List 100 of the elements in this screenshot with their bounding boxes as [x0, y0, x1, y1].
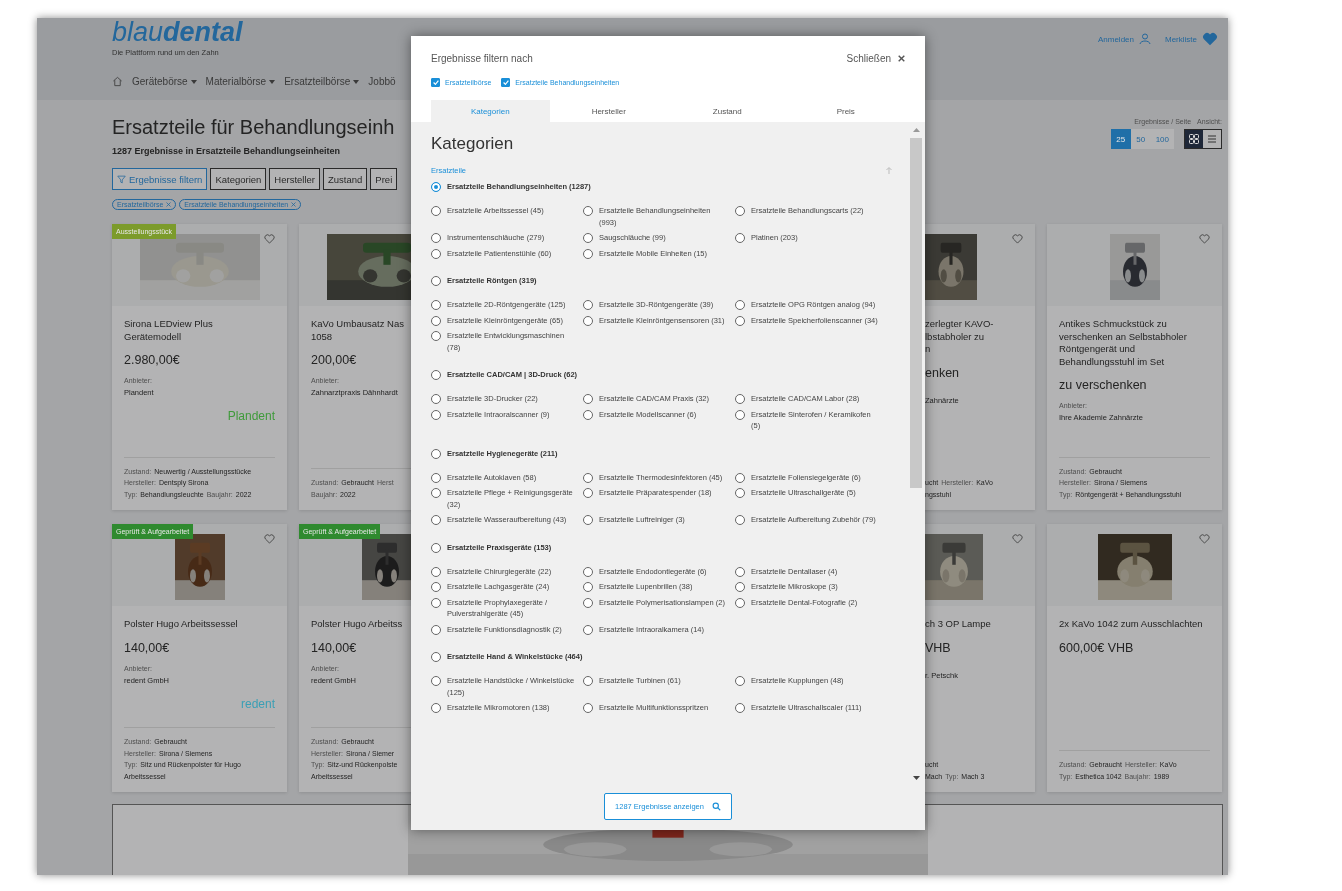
radio-button[interactable]	[431, 566, 441, 577]
close-icon	[166, 202, 172, 207]
card-title: n	[925, 343, 931, 356]
grid-icon	[1189, 134, 1199, 144]
filter-tab-button[interactable]: Kategorien	[210, 168, 267, 190]
checkbox[interactable]	[431, 78, 440, 87]
price: 140,00€	[311, 640, 357, 655]
radio-button[interactable]	[735, 315, 745, 326]
radio-button[interactable]	[431, 370, 441, 380]
price: 600,00€ VHB	[1059, 640, 1134, 655]
radio-button[interactable]	[583, 703, 593, 713]
view-toggle[interactable]	[1185, 130, 1203, 148]
view-toggle[interactable]	[1203, 130, 1221, 148]
radio-button[interactable]	[583, 206, 593, 216]
price: 2.980,00€	[124, 353, 180, 367]
radio-button[interactable]	[431, 472, 441, 483]
search-icon	[711, 802, 721, 811]
radio-button[interactable]	[431, 315, 441, 326]
radio-button[interactable]	[583, 315, 593, 326]
radio-button[interactable]	[431, 703, 441, 713]
caret-down-icon[interactable]	[912, 776, 920, 780]
radio-button[interactable]	[735, 703, 745, 713]
close-icon	[291, 202, 297, 207]
price: zu verschenken	[1059, 378, 1147, 392]
filter-tab-button[interactable]: Prei	[370, 168, 398, 190]
nav-link[interactable]: Jobbö	[368, 76, 396, 87]
radio-button[interactable]	[735, 409, 745, 420]
radio-button[interactable]	[431, 597, 441, 608]
product-card[interactable]	[1047, 224, 1222, 510]
radio-button[interactable]	[583, 676, 593, 686]
radio-button[interactable]	[431, 300, 441, 310]
close-button[interactable]: Schließen	[846, 53, 905, 64]
radio-button[interactable]	[583, 566, 593, 577]
price: 200,00€	[311, 353, 357, 367]
radio-button[interactable]	[431, 582, 441, 592]
radio-button[interactable]	[735, 488, 745, 498]
price: 140,00€	[124, 640, 170, 655]
filter-tab-button[interactable]: Hersteller	[269, 168, 320, 190]
heart-icon[interactable]	[264, 534, 275, 544]
radio-button[interactable]	[735, 515, 745, 525]
heart-icon[interactable]	[1199, 534, 1210, 544]
card-title: Polster Hugo Arbeitss	[311, 618, 403, 631]
radio-button[interactable]	[735, 597, 745, 608]
section-heading: Kategorien	[431, 134, 515, 154]
caret-up-icon[interactable]	[912, 128, 920, 132]
radio-button[interactable]	[431, 276, 441, 286]
scrollbar[interactable]	[910, 128, 922, 780]
radio-button[interactable]	[583, 515, 593, 525]
radio-button[interactable]	[431, 488, 441, 498]
radio-button[interactable]	[431, 624, 441, 635]
checkbox[interactable]	[501, 78, 511, 87]
radio-button[interactable]	[431, 394, 441, 404]
heart-icon[interactable]	[1199, 234, 1210, 244]
radio-button[interactable]	[431, 206, 441, 216]
card-title: verschenken an Selbstabholer	[1059, 330, 1187, 343]
close-icon	[898, 55, 905, 62]
radio-button[interactable]	[583, 300, 593, 310]
card-title: zerlegter KAVO-	[925, 318, 994, 331]
radio-button[interactable]	[431, 515, 441, 525]
radio-button[interactable]	[583, 488, 593, 498]
filter-tab-button[interactable]: Zustand	[323, 168, 368, 190]
radio-button[interactable]	[735, 394, 745, 404]
radio-button[interactable]	[431, 676, 441, 686]
radio-button[interactable]	[583, 394, 593, 404]
radio-button[interactable]	[583, 248, 593, 259]
radio-button[interactable]	[431, 331, 441, 341]
heart-icon[interactable]	[1012, 234, 1023, 244]
radio-button[interactable]	[583, 233, 593, 243]
radio-button[interactable]	[583, 597, 593, 608]
radio-button[interactable]	[583, 409, 593, 420]
radio-button[interactable]	[431, 448, 441, 459]
radio-button[interactable]	[431, 652, 441, 662]
card-title: ch 3 OP Lampe	[925, 618, 991, 631]
radio-button[interactable]	[431, 182, 441, 192]
check-icon	[502, 80, 509, 85]
radio-button[interactable]	[735, 233, 745, 243]
heart-icon[interactable]	[1012, 534, 1023, 544]
card-title: KaVo Umbausatz Nas	[311, 318, 404, 331]
radio-button[interactable]	[735, 206, 745, 216]
radio-button[interactable]	[583, 582, 593, 592]
radio-button[interactable]	[431, 542, 441, 553]
card-title: Röntgengerät und	[1059, 343, 1136, 356]
nav-link[interactable]: Materialbörse	[205, 76, 276, 87]
heart-icon[interactable]	[264, 234, 275, 244]
radio-button[interactable]	[735, 300, 745, 310]
nav-link[interactable]: Ersatzteilbörse	[284, 76, 360, 87]
radio-button[interactable]	[431, 248, 441, 259]
radio-button[interactable]	[431, 233, 441, 243]
card-title: lbstabholer zu	[925, 330, 985, 343]
radio-button[interactable]	[583, 472, 593, 483]
radio-button[interactable]	[735, 676, 745, 686]
radio-button[interactable]	[431, 409, 441, 420]
radio-button[interactable]	[735, 566, 745, 577]
brand-logo: redent	[240, 696, 275, 711]
radio-button[interactable]	[735, 582, 745, 592]
radio-button[interactable]	[735, 472, 745, 483]
radio-button[interactable]	[583, 624, 593, 635]
per-page-button[interactable]: 25	[1110, 129, 1131, 149]
nav-link[interactable]: Gerätebörse	[132, 76, 197, 87]
home-icon[interactable]	[112, 76, 123, 87]
